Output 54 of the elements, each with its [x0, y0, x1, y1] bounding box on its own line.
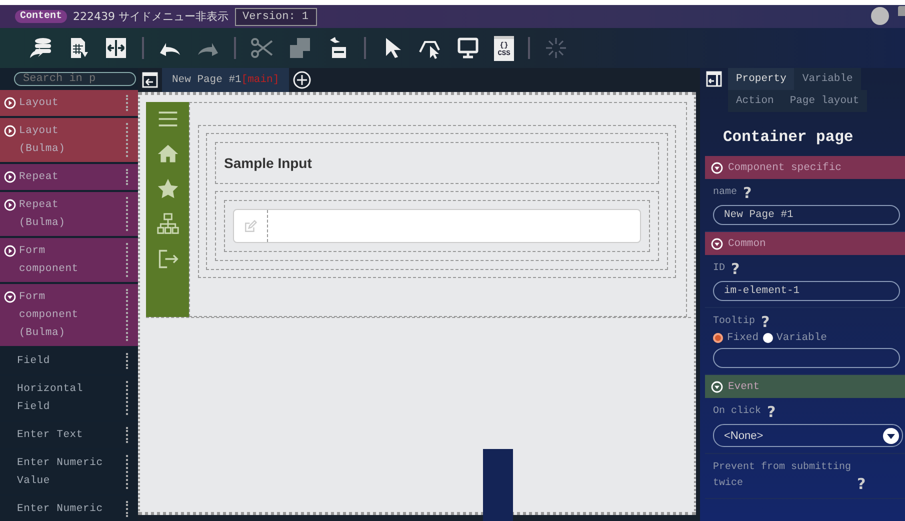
- help-icon[interactable]: ?: [857, 476, 866, 492]
- resize-icon[interactable]: [104, 36, 128, 60]
- radio-label: Variable: [776, 332, 827, 344]
- panel-tab[interactable]: Action: [728, 90, 782, 112]
- field-label: On click: [713, 404, 762, 419]
- panel-tab[interactable]: Property: [728, 68, 794, 90]
- section-header[interactable]: Component specific: [705, 156, 905, 179]
- radio-label: Fixed: [727, 332, 759, 344]
- category-item[interactable]: Repeat (Bulma): [0, 192, 138, 238]
- collapse-panel-icon[interactable]: [706, 71, 722, 87]
- field-label: ID: [713, 262, 726, 276]
- sitemap-icon[interactable]: [156, 213, 178, 235]
- category-item[interactable]: Form component (Bulma): [0, 284, 138, 348]
- overlay-block: [483, 449, 513, 521]
- dropdown-caret-icon: [883, 428, 899, 444]
- field-label: Prevent from submitting twice: [713, 460, 852, 491]
- section-title: Event: [728, 380, 760, 392]
- input-field[interactable]: [233, 209, 641, 243]
- collapse-panel-icon[interactable]: [142, 72, 158, 88]
- help-icon[interactable]: ?: [761, 314, 770, 330]
- category-item[interactable]: Layout: [0, 90, 138, 118]
- section-header[interactable]: Common: [705, 232, 905, 255]
- help-icon[interactable]: ?: [731, 261, 740, 277]
- field-label: name: [713, 186, 738, 200]
- logout-icon[interactable]: [156, 248, 178, 270]
- dropdown-field[interactable]: <None>: [713, 424, 903, 447]
- category-item[interactable]: Form component: [0, 238, 138, 284]
- section-title: Component specific: [728, 162, 842, 174]
- add-tab-icon[interactable]: [293, 71, 312, 89]
- page-tab[interactable]: New Page #1[main]: [162, 68, 290, 92]
- database-icon[interactable]: [28, 36, 52, 60]
- sample-heading: Sample Input: [215, 142, 659, 184]
- radio-button[interactable]: [762, 333, 773, 343]
- edit-icon: [244, 220, 257, 232]
- field-label: Tooltip: [713, 314, 756, 329]
- home-icon[interactable]: [156, 143, 178, 165]
- help-icon[interactable]: ?: [767, 404, 776, 420]
- radio-button[interactable]: [713, 333, 723, 343]
- search-field[interactable]: Search in p: [14, 72, 136, 86]
- category-item[interactable]: Layout (Bulma): [0, 118, 138, 164]
- content-badge: Content: [15, 10, 68, 23]
- text-field[interactable]: im-element-1: [713, 281, 900, 301]
- star-icon[interactable]: [156, 178, 178, 200]
- help-icon[interactable]: ?: [743, 185, 752, 201]
- text-field[interactable]: [713, 348, 900, 368]
- version-label: Version: 1: [234, 8, 317, 26]
- category-item[interactable]: Repeat: [0, 164, 138, 192]
- text-field[interactable]: New Page #1: [713, 205, 900, 225]
- monitor-icon[interactable]: [456, 36, 480, 60]
- panel-tab[interactable]: Page layout: [782, 90, 868, 112]
- panel-tab[interactable]: Variable: [794, 68, 861, 90]
- project-title: 222439 サイドメニュー非表示: [73, 9, 229, 24]
- panel-title: Container page: [722, 127, 854, 148]
- section-title: Common: [728, 238, 766, 250]
